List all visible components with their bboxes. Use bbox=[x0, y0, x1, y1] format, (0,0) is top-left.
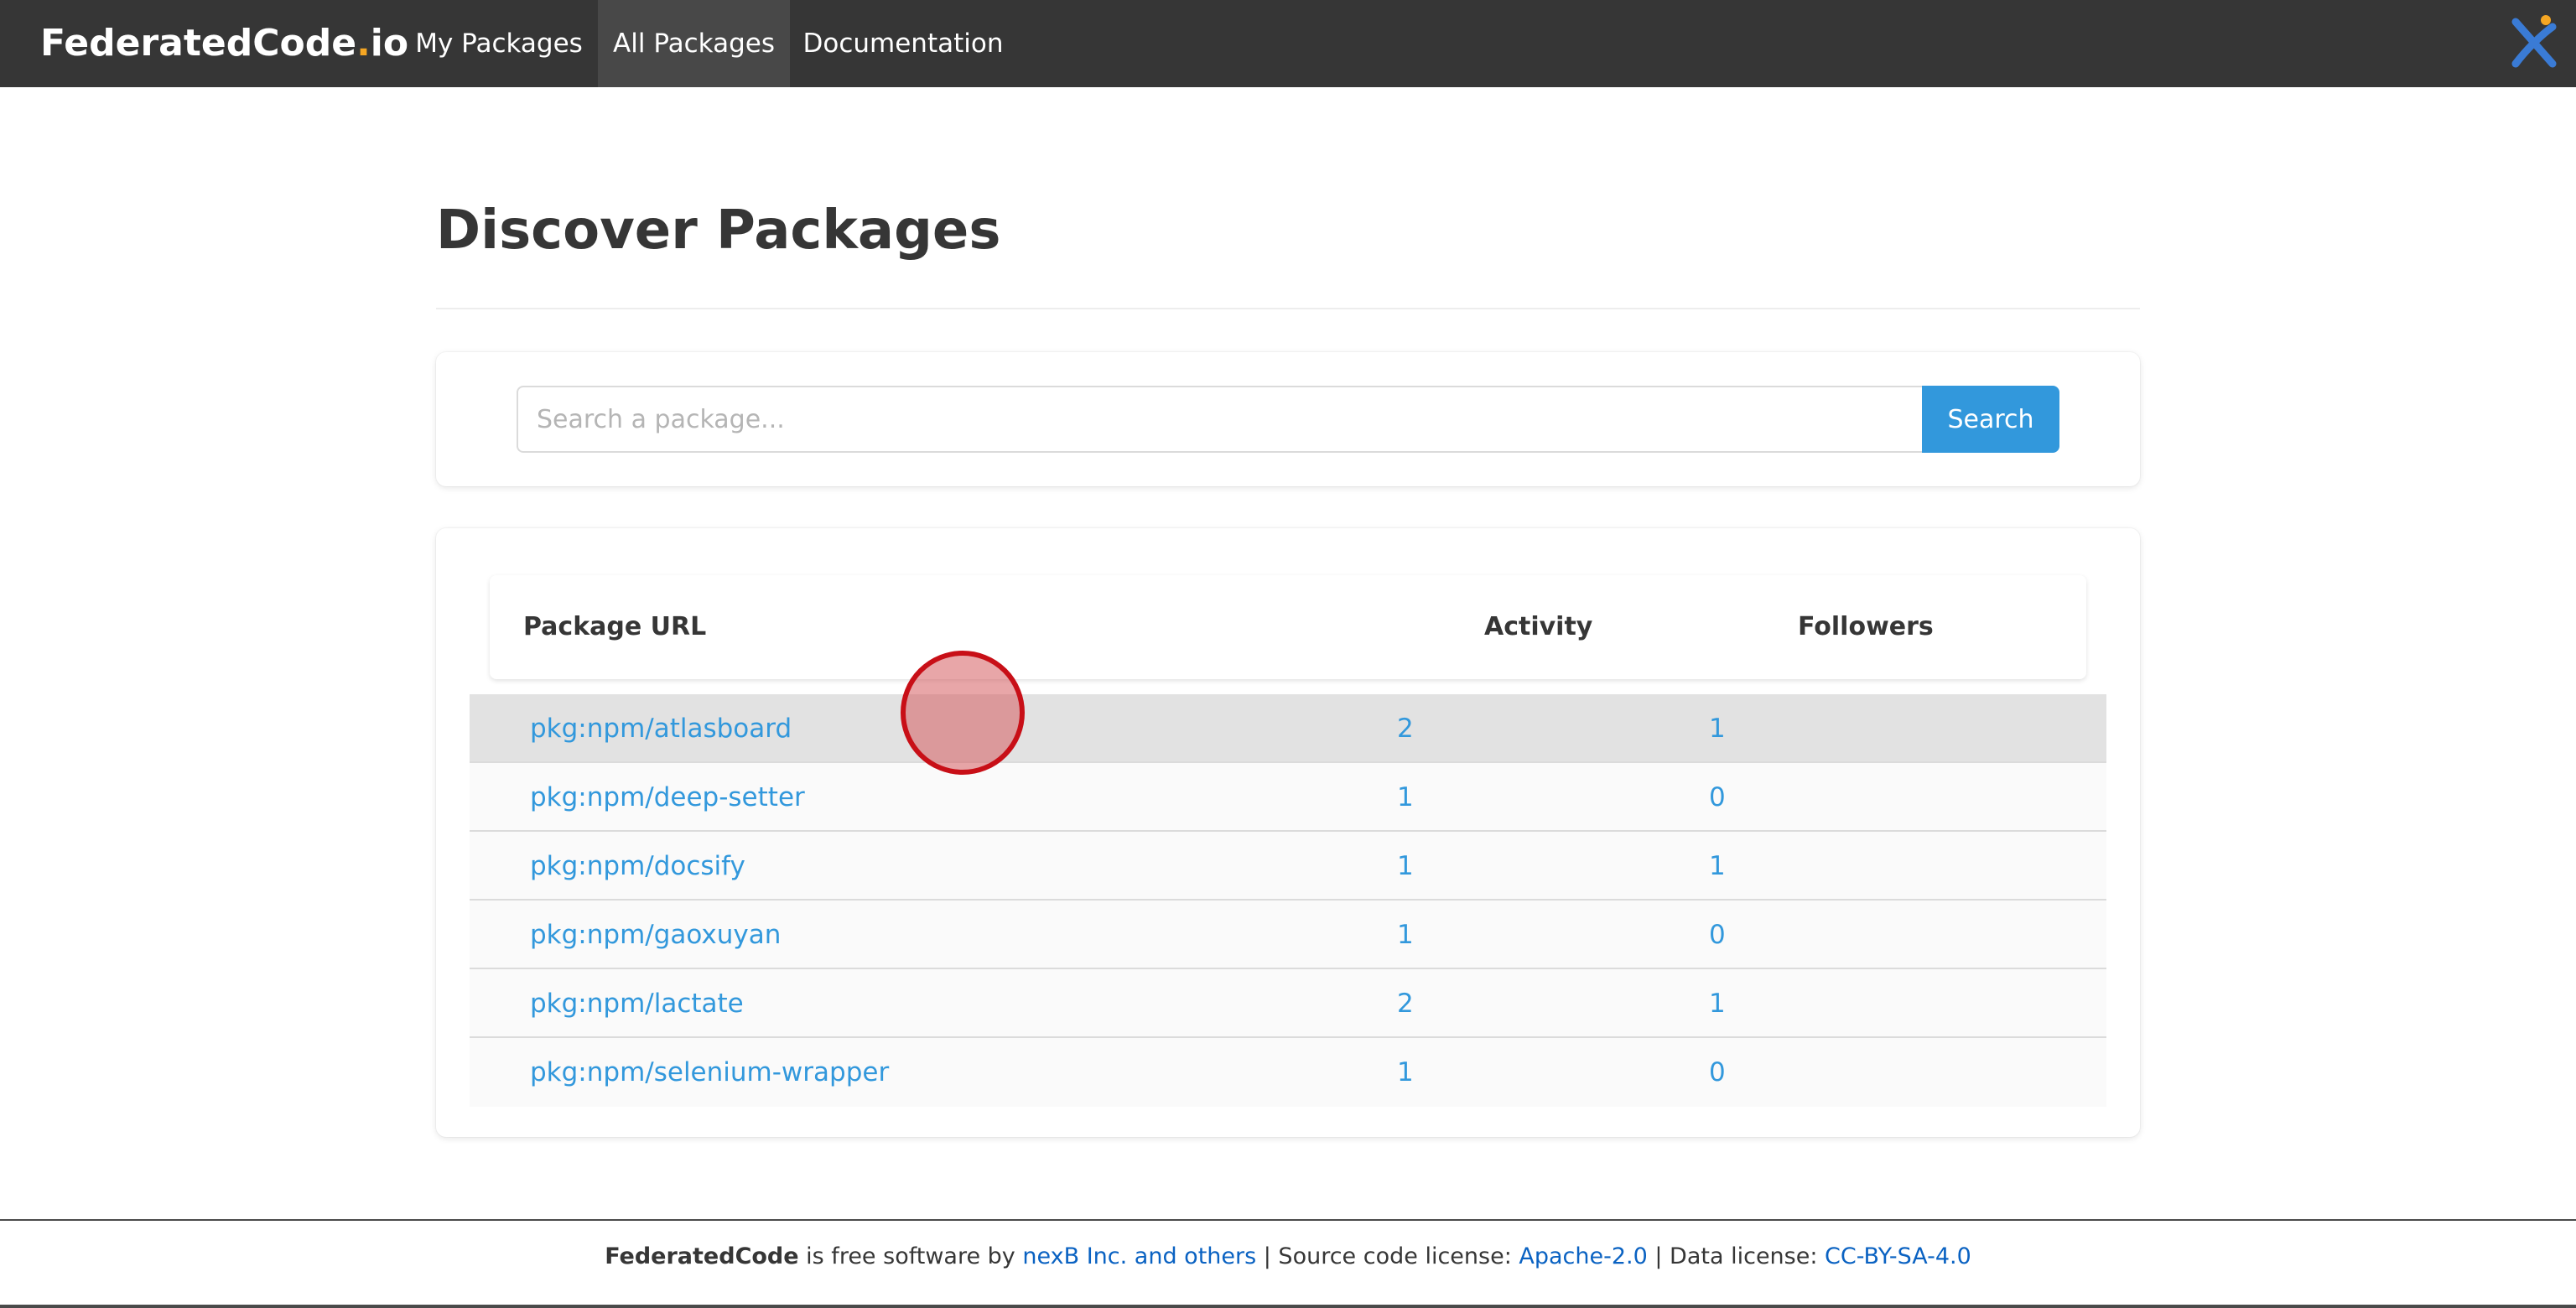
package-url-link[interactable]: pkg:npm/atlasboard bbox=[530, 694, 792, 763]
package-url-link[interactable]: pkg:npm/docsify bbox=[530, 832, 745, 901]
footer-product-name: FederatedCode bbox=[605, 1243, 799, 1269]
header-activity[interactable]: Activity bbox=[1484, 575, 1592, 679]
package-url-link[interactable]: pkg:npm/selenium-wrapper bbox=[530, 1038, 889, 1107]
followers-count-link[interactable]: 1 bbox=[1709, 694, 1726, 763]
footer-text: is free software by bbox=[798, 1243, 1023, 1269]
package-search-input[interactable] bbox=[517, 386, 1922, 453]
table-header: Package URL Activity Followers bbox=[490, 575, 2086, 679]
search-card: Search bbox=[436, 352, 2140, 486]
footer-code-license-link[interactable]: Apache-2.0 bbox=[1519, 1243, 1647, 1269]
click-indicator bbox=[901, 651, 1025, 775]
brand-tld: io bbox=[370, 22, 409, 65]
page-footer: FederatedCode is free software by nexB I… bbox=[0, 1221, 2576, 1308]
activity-count-link[interactable]: 1 bbox=[1397, 763, 1414, 832]
nav-my-packages[interactable]: My Packages bbox=[404, 0, 594, 87]
footer-authors-link[interactable]: nexB Inc. and others bbox=[1022, 1243, 1256, 1269]
footer-bottom-border bbox=[0, 1305, 2576, 1308]
followers-count-link[interactable]: 0 bbox=[1709, 901, 1726, 969]
table-row[interactable]: pkg:npm/atlasboard 2 1 bbox=[470, 694, 2106, 763]
search-button[interactable]: Search bbox=[1922, 386, 2059, 453]
followers-count-link[interactable]: 1 bbox=[1709, 832, 1726, 901]
page-title: Discover Packages bbox=[436, 200, 1001, 262]
activity-count-link[interactable]: 2 bbox=[1397, 694, 1414, 763]
followers-count-link[interactable]: 0 bbox=[1709, 1038, 1726, 1107]
packages-table-card: Package URL Activity Followers pkg:npm/a… bbox=[436, 528, 2140, 1137]
table-row[interactable]: pkg:npm/lactate 2 1 bbox=[470, 969, 2106, 1038]
brand-dot: . bbox=[356, 22, 371, 65]
table-row[interactable]: pkg:npm/deep-setter 1 0 bbox=[470, 763, 2106, 832]
header-followers[interactable]: Followers bbox=[1798, 575, 1934, 679]
header-package-url[interactable]: Package URL bbox=[523, 575, 706, 679]
footer-text: | Data license: bbox=[1647, 1243, 1826, 1269]
activity-count-link[interactable]: 2 bbox=[1397, 969, 1414, 1038]
nav-all-packages[interactable]: All Packages bbox=[598, 0, 790, 87]
table-body: pkg:npm/atlasboard 2 1 pkg:npm/deep-sett… bbox=[470, 694, 2106, 1107]
activity-count-link[interactable]: 1 bbox=[1397, 901, 1414, 969]
top-navbar: FederatedCode.io My Packages All Package… bbox=[0, 0, 2576, 87]
title-divider bbox=[436, 308, 2140, 309]
brand-logo[interactable]: FederatedCode.io bbox=[40, 0, 408, 87]
activity-count-link[interactable]: 1 bbox=[1397, 832, 1414, 901]
followers-count-link[interactable]: 0 bbox=[1709, 763, 1726, 832]
table-row[interactable]: pkg:npm/selenium-wrapper 1 0 bbox=[470, 1038, 2106, 1107]
brand-name: FederatedCode bbox=[40, 22, 357, 65]
followers-count-link[interactable]: 1 bbox=[1709, 969, 1726, 1038]
package-url-link[interactable]: pkg:npm/deep-setter bbox=[530, 763, 805, 832]
package-url-link[interactable]: pkg:npm/lactate bbox=[530, 969, 744, 1038]
package-url-link[interactable]: pkg:npm/gaoxuyan bbox=[530, 901, 781, 969]
table-row[interactable]: pkg:npm/docsify 1 1 bbox=[470, 832, 2106, 901]
aboutcode-x-logo-icon[interactable] bbox=[2507, 12, 2561, 70]
footer-data-license-link[interactable]: CC-BY-SA-4.0 bbox=[1825, 1243, 1971, 1269]
activity-count-link[interactable]: 1 bbox=[1397, 1038, 1414, 1107]
footer-text: | Source code license: bbox=[1256, 1243, 1519, 1269]
nav-documentation[interactable]: Documentation bbox=[790, 0, 1016, 87]
table-row[interactable]: pkg:npm/gaoxuyan 1 0 bbox=[470, 901, 2106, 969]
